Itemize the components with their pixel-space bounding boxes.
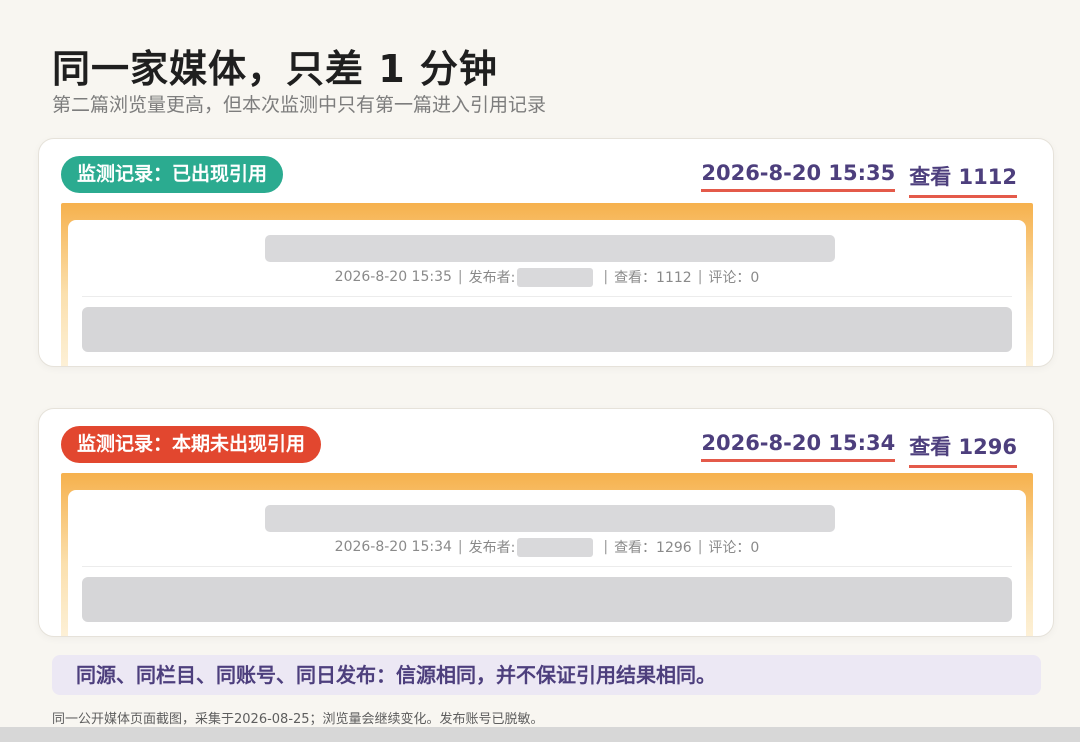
page-subtitle: 第二篇浏览量更高，但本次监测中只有第一篇进入引用记录 xyxy=(52,94,547,116)
publisher-label: 发布者: xyxy=(468,540,516,556)
record-datetime: 2026-8-20 15:35 xyxy=(701,161,896,192)
article-screenshot: 2026-8-20 15:34 | 发布者: | 查看：1296 | 评论：0 xyxy=(61,473,1033,636)
record-views: 查看 1112 xyxy=(909,161,1017,198)
screenshot-page: 2026-8-20 15:34 | 发布者: | 查看：1296 | 评论：0 xyxy=(68,490,1026,636)
divider xyxy=(82,566,1012,567)
redacted-article-title xyxy=(265,505,835,532)
record-views: 查看 1296 xyxy=(909,431,1017,468)
separator: | xyxy=(697,539,703,555)
divider xyxy=(82,296,1012,297)
article-date: 2026-8-20 15:35 xyxy=(334,269,452,285)
article-views: 查看：1112 xyxy=(614,270,692,286)
redacted-publisher xyxy=(517,267,594,287)
article-info-row: 2026-8-20 15:34 | 发布者: | 查看：1296 | 评论：0 xyxy=(68,537,1026,557)
article-comments: 评论：0 xyxy=(708,270,760,286)
separator: | xyxy=(457,539,463,555)
publisher-label: 发布者: xyxy=(468,270,516,286)
status-badge-cited: 监测记录：已出现引用 xyxy=(61,156,284,193)
record-meta: 2026-8-20 15:34 查看 1296 xyxy=(701,431,1017,468)
separator: | xyxy=(697,269,703,285)
article-screenshot: 2026-8-20 15:35 | 发布者: | 查看：1112 | 评论：0 xyxy=(61,203,1033,366)
article-comments: 评论：0 xyxy=(708,540,760,556)
record-card-2: 监测记录：本期未出现引用 2026-8-20 15:34 查看 1296 202… xyxy=(38,408,1054,637)
record-meta: 2026-8-20 15:35 查看 1112 xyxy=(701,161,1017,198)
record-card-1: 监测记录：已出现引用 2026-8-20 15:35 查看 1112 2026-… xyxy=(38,138,1054,367)
redacted-publisher xyxy=(517,537,594,557)
status-badge-not-cited: 监测记录：本期未出现引用 xyxy=(61,426,322,463)
page-title: 同一家媒体，只差 1 分钟 xyxy=(52,47,498,91)
article-date: 2026-8-20 15:34 xyxy=(334,539,452,555)
separator: | xyxy=(603,539,609,555)
redacted-article-title xyxy=(265,235,835,262)
record-datetime: 2026-8-20 15:34 xyxy=(701,431,896,462)
footnote: 同一公开媒体页面截图，采集于2026-08-25；浏览量会继续变化。发布账号已脱… xyxy=(52,712,544,727)
article-info-row: 2026-8-20 15:35 | 发布者: | 查看：1112 | 评论：0 xyxy=(68,267,1026,287)
redacted-article-body xyxy=(82,307,1012,352)
redacted-article-body xyxy=(82,577,1012,622)
separator: | xyxy=(457,269,463,285)
screenshot-page: 2026-8-20 15:35 | 发布者: | 查看：1112 | 评论：0 xyxy=(68,220,1026,366)
bottom-bar xyxy=(0,727,1080,742)
conclusion-note: 同源、同栏目、同账号、同日发布：信源相同，并不保证引用结果相同。 xyxy=(52,655,1041,695)
article-views: 查看：1296 xyxy=(614,540,692,556)
separator: | xyxy=(603,269,609,285)
